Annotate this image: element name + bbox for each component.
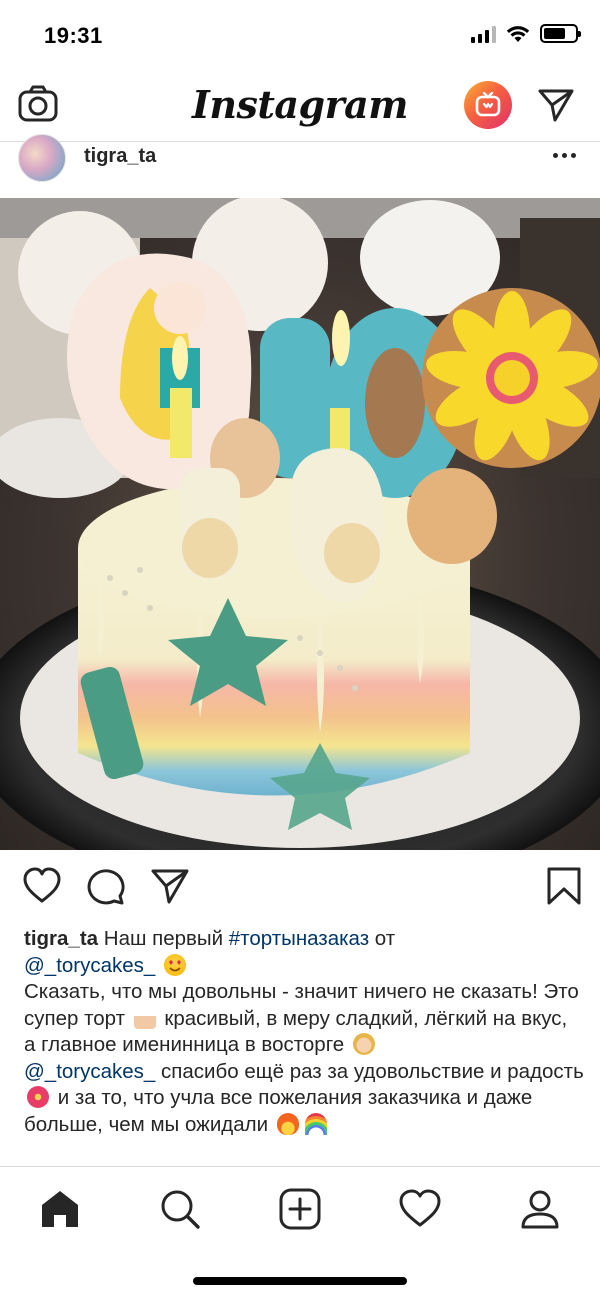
home-icon[interactable]: [38, 1187, 82, 1231]
new-post-icon[interactable]: [278, 1187, 322, 1231]
post-photo[interactable]: [0, 198, 600, 850]
avatar[interactable]: [18, 134, 66, 182]
caption-body: спасибо ещё раз за удовольствие и радост…: [155, 1059, 584, 1083]
status-icons: [471, 24, 581, 43]
post-username[interactable]: tigra_ta: [84, 145, 156, 168]
igtv-button[interactable]: [464, 81, 512, 129]
post-header: tigra_ta: [0, 134, 600, 198]
share-icon[interactable]: [150, 866, 190, 906]
fire-emoji-icon: [276, 1112, 299, 1135]
battery-icon: [540, 24, 581, 43]
cake-photo-illustration: [0, 198, 600, 850]
direct-message-icon[interactable]: [537, 86, 575, 124]
search-icon[interactable]: [158, 1187, 202, 1231]
status-time: 19:31: [44, 23, 103, 48]
like-heart-icon[interactable]: [22, 866, 62, 906]
status-bar: 19:31: [0, 0, 600, 70]
app-header: Instagram: [0, 70, 600, 142]
post-actions: [0, 860, 600, 916]
post-caption: tigra_ta Наш первый #тортыназаказ от @_t…: [24, 926, 584, 1166]
hibiscus-emoji-icon: [27, 1086, 49, 1108]
caption-username[interactable]: tigra_ta: [24, 927, 98, 950]
heart-eyes-emoji-icon: [164, 953, 187, 976]
cake-emoji-icon: [133, 1006, 156, 1029]
profile-icon[interactable]: [518, 1187, 562, 1231]
mention-link[interactable]: @_torycakes_: [24, 954, 155, 977]
mention-link[interactable]: @_torycakes_: [24, 1060, 155, 1083]
home-indicator: [193, 1277, 407, 1285]
hashtag-link[interactable]: #тортыназаказ: [229, 927, 369, 950]
activity-heart-icon[interactable]: [398, 1187, 442, 1231]
save-bookmark-icon[interactable]: [544, 866, 584, 906]
comment-icon[interactable]: [86, 866, 126, 906]
caption-text: Наш первый: [98, 927, 229, 950]
caption-text: от: [369, 927, 396, 950]
more-options-icon[interactable]: [548, 144, 580, 166]
rainbow-emoji-icon: [304, 1112, 327, 1135]
cellular-signal-icon: [471, 25, 496, 43]
tab-bar: [0, 1166, 600, 1298]
igtv-icon: [475, 92, 501, 117]
princess-emoji-icon: [352, 1033, 375, 1055]
wifi-icon: [506, 25, 530, 42]
